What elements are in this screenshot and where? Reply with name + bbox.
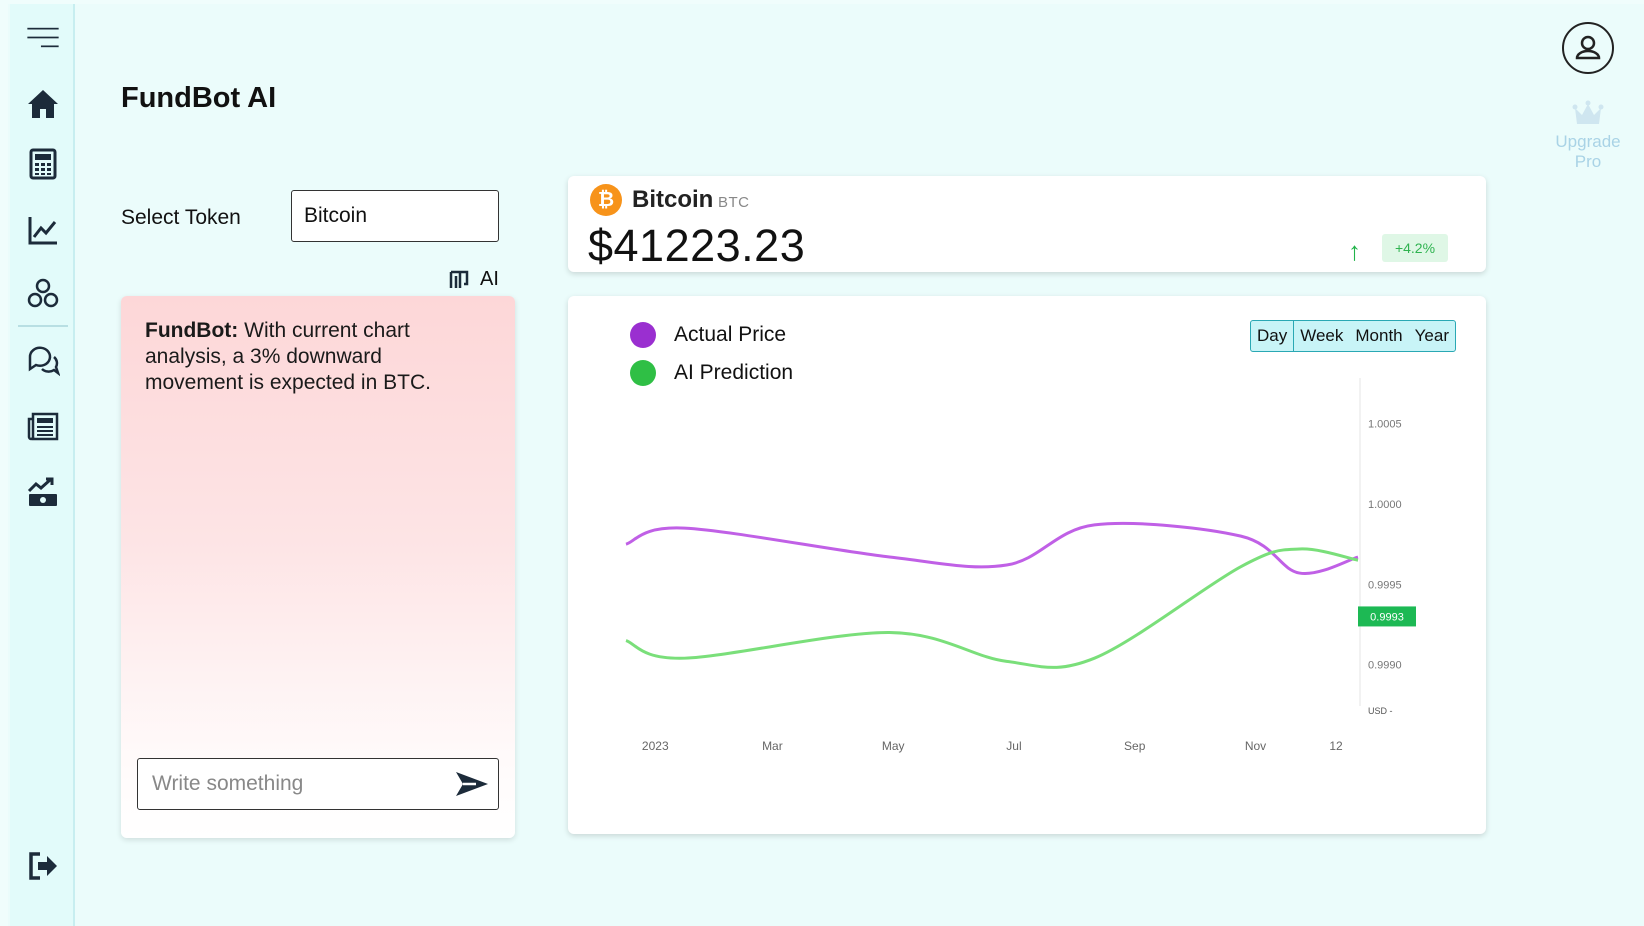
account-button[interactable] xyxy=(1562,22,1614,74)
y-unit-label: USD - xyxy=(1368,706,1393,716)
coin-price: $41223.23 xyxy=(588,220,806,271)
user-icon xyxy=(1575,35,1601,60)
sidebar xyxy=(10,4,75,926)
price-chart[interactable]: 1.0005 1.0000 0.9995 0.9990 USD - 2023 Mar May J… xyxy=(568,296,1486,834)
y-tick-label: 0.9995 xyxy=(1368,579,1402,591)
home-icon xyxy=(27,90,58,118)
arrow-up-icon: ↑ xyxy=(1348,236,1361,266)
chat-input[interactable] xyxy=(138,759,438,808)
upgrade-label-line2: Pro xyxy=(1574,152,1602,171)
price-card: ₿ Bitcoin BTC $41223.23 ↑ +4.2% xyxy=(568,176,1486,272)
menu-icon xyxy=(26,27,59,48)
chat-sender: FundBot: xyxy=(145,319,239,342)
chat-icon xyxy=(28,346,60,377)
sidebar-divider xyxy=(18,325,68,327)
logout-button[interactable] xyxy=(10,840,75,892)
menu-button[interactable] xyxy=(10,12,75,64)
ai-tag: AI xyxy=(448,268,499,291)
nav-chat[interactable] xyxy=(10,334,75,386)
nodes-icon xyxy=(27,278,58,308)
nav-news[interactable] xyxy=(10,400,75,452)
x-tick-label: May xyxy=(882,739,905,753)
chart-line-icon xyxy=(28,217,57,245)
nav-investments[interactable] xyxy=(10,466,75,518)
nav-charts[interactable] xyxy=(10,204,75,256)
coin-symbol: BTC xyxy=(718,194,750,211)
growth-icon xyxy=(27,477,57,506)
x-tick-label: Mar xyxy=(762,739,783,753)
crown-icon xyxy=(1572,100,1604,124)
select-token-label: Select Token xyxy=(121,206,241,229)
bitcoin-icon: ₿ xyxy=(590,184,622,216)
current-value-label: 0.9993 xyxy=(1370,611,1404,623)
y-tick-label: 1.0000 xyxy=(1368,499,1402,511)
logout-icon xyxy=(28,852,57,880)
chat-message: FundBot: With current chart analysis, a … xyxy=(145,318,475,396)
x-tick-label: Nov xyxy=(1245,739,1266,753)
page-title: FundBot AI xyxy=(121,82,277,114)
ai-logo-icon xyxy=(449,270,469,288)
y-tick-label: 1.0005 xyxy=(1368,419,1402,431)
chat-input-container xyxy=(137,758,499,810)
token-input[interactable] xyxy=(291,190,499,242)
ai-tag-label: AI xyxy=(480,268,499,290)
nav-calculator[interactable] xyxy=(10,138,75,190)
upgrade-label-line1: Upgrade xyxy=(1555,132,1621,151)
calculator-icon xyxy=(29,148,56,180)
send-button[interactable] xyxy=(452,765,492,803)
coin-name: Bitcoin xyxy=(632,186,714,213)
nav-network[interactable] xyxy=(10,268,75,320)
send-icon xyxy=(456,772,488,796)
news-icon xyxy=(27,412,58,441)
y-tick-label: 0.9990 xyxy=(1368,660,1402,672)
x-tick-label: Jul xyxy=(1006,739,1021,753)
x-tick-label: 2023 xyxy=(642,739,669,753)
x-tick-label: Sep xyxy=(1124,739,1146,753)
price-change-badge: +4.2% xyxy=(1382,234,1448,262)
chart-card: Actual Price AI Prediction Day Week Mont… xyxy=(568,296,1486,834)
x-tick-label: 12 xyxy=(1329,739,1343,753)
actual-price-line xyxy=(625,521,1359,575)
upgrade-pro-button[interactable]: Upgrade Pro xyxy=(1540,100,1636,172)
nav-home[interactable] xyxy=(10,78,75,130)
chat-panel: FundBot: With current chart analysis, a … xyxy=(121,296,515,838)
